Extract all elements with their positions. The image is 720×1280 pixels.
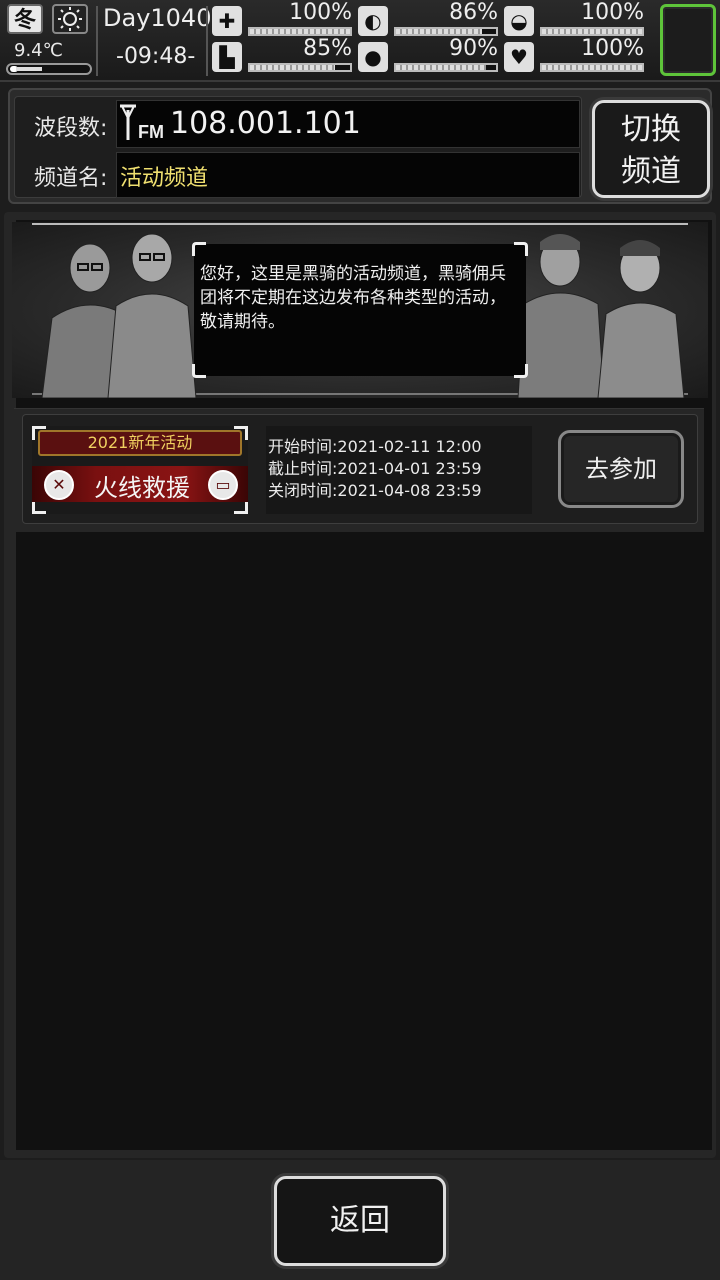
- banner-speech-bubble: 您好，这里是黑骑的活动频道，黑骑佣兵团将不定期在这边发布各种类型的活动，敬请期待…: [192, 242, 528, 378]
- stat-mood: ♥ 100%: [504, 36, 648, 74]
- switch-channel-label-2: 频道: [621, 154, 681, 189]
- sun-icon: [52, 4, 88, 34]
- back-button[interactable]: 返回: [274, 1176, 446, 1266]
- temperature-readout: 9.4℃: [14, 40, 63, 61]
- switch-channel-button[interactable]: 切换 频道: [592, 100, 710, 198]
- day-counter: Day1040: [103, 4, 212, 32]
- banner-message: 您好，这里是黑骑的活动频道，黑骑佣兵团将不定期在这边发布各种类型的活动，敬请期待…: [200, 264, 506, 332]
- switch-channel-label-1: 切换: [621, 112, 681, 147]
- stat-health-value: 100%: [289, 0, 352, 25]
- event-close-time: 关闭时间:2021-04-08 23:59: [268, 481, 482, 500]
- fm-antenna-icon: FM: [120, 104, 164, 142]
- channel-label: 频道名:: [34, 166, 108, 191]
- thermometer-icon: [6, 63, 92, 75]
- join-event-button[interactable]: 去参加: [558, 430, 684, 508]
- band-label: 波段数:: [34, 116, 108, 141]
- svg-text:FM: FM: [138, 122, 164, 142]
- event-start-time: 开始时间:2021-02-11 12:00: [268, 437, 482, 456]
- channel-name: 活动频道: [120, 166, 209, 191]
- stat-medicine: ◒ 100%: [504, 0, 648, 38]
- stat-stamina-value: 85%: [303, 36, 352, 61]
- event-card-image[interactable]: 2021新年活动 ✕ 火线救援 ▭: [32, 426, 248, 514]
- stat-medicine-value: 100%: [581, 0, 644, 25]
- stat-mood-value: 100%: [581, 36, 644, 61]
- vehicle-icon: ▭: [208, 470, 238, 500]
- first-aid-icon: ✚: [212, 6, 242, 36]
- stat-thirst: ● 90%: [358, 36, 502, 74]
- stat-thirst-value: 90%: [449, 36, 498, 61]
- clock: -09:48-: [116, 44, 196, 69]
- crossed-circle-icon: ✕: [44, 470, 74, 500]
- stat-hunger-bar: [394, 27, 498, 36]
- stat-mood-bar: [540, 63, 644, 72]
- event-name: 火线救援: [94, 474, 190, 502]
- stat-health: ✚ 100%: [212, 0, 356, 38]
- event-times: 开始时间:2021-02-11 12:00 截止时间:2021-04-01 23…: [266, 426, 532, 514]
- menu-slot-button[interactable]: [660, 4, 716, 76]
- stomach-icon: ◐: [358, 6, 388, 36]
- heart-icon: ♥: [504, 42, 534, 72]
- status-bar: 冬 9.4℃ Day1040 -09:48- ✚ 100% ◐ 86% ◒ 100% ▙ 85…: [0, 0, 720, 82]
- stat-medicine-bar: [540, 27, 644, 36]
- frequency-value: 108.001.101: [170, 106, 361, 141]
- stat-stamina-bar: [248, 63, 352, 72]
- water-drop-icon: ●: [358, 42, 388, 72]
- season-badge: 冬: [7, 4, 43, 34]
- stat-stamina: ▙ 85%: [212, 36, 356, 74]
- stat-hunger-value: 86%: [449, 0, 498, 25]
- pill-icon: ◒: [504, 6, 534, 36]
- stat-hunger: ◐ 86%: [358, 0, 502, 38]
- stat-health-bar: [248, 27, 352, 36]
- foot-icon: ▙: [212, 42, 242, 72]
- event-end-time: 截止时间:2021-04-01 23:59: [268, 459, 482, 478]
- event-tag: 2021新年活动: [38, 430, 242, 456]
- stat-thirst-bar: [394, 63, 498, 72]
